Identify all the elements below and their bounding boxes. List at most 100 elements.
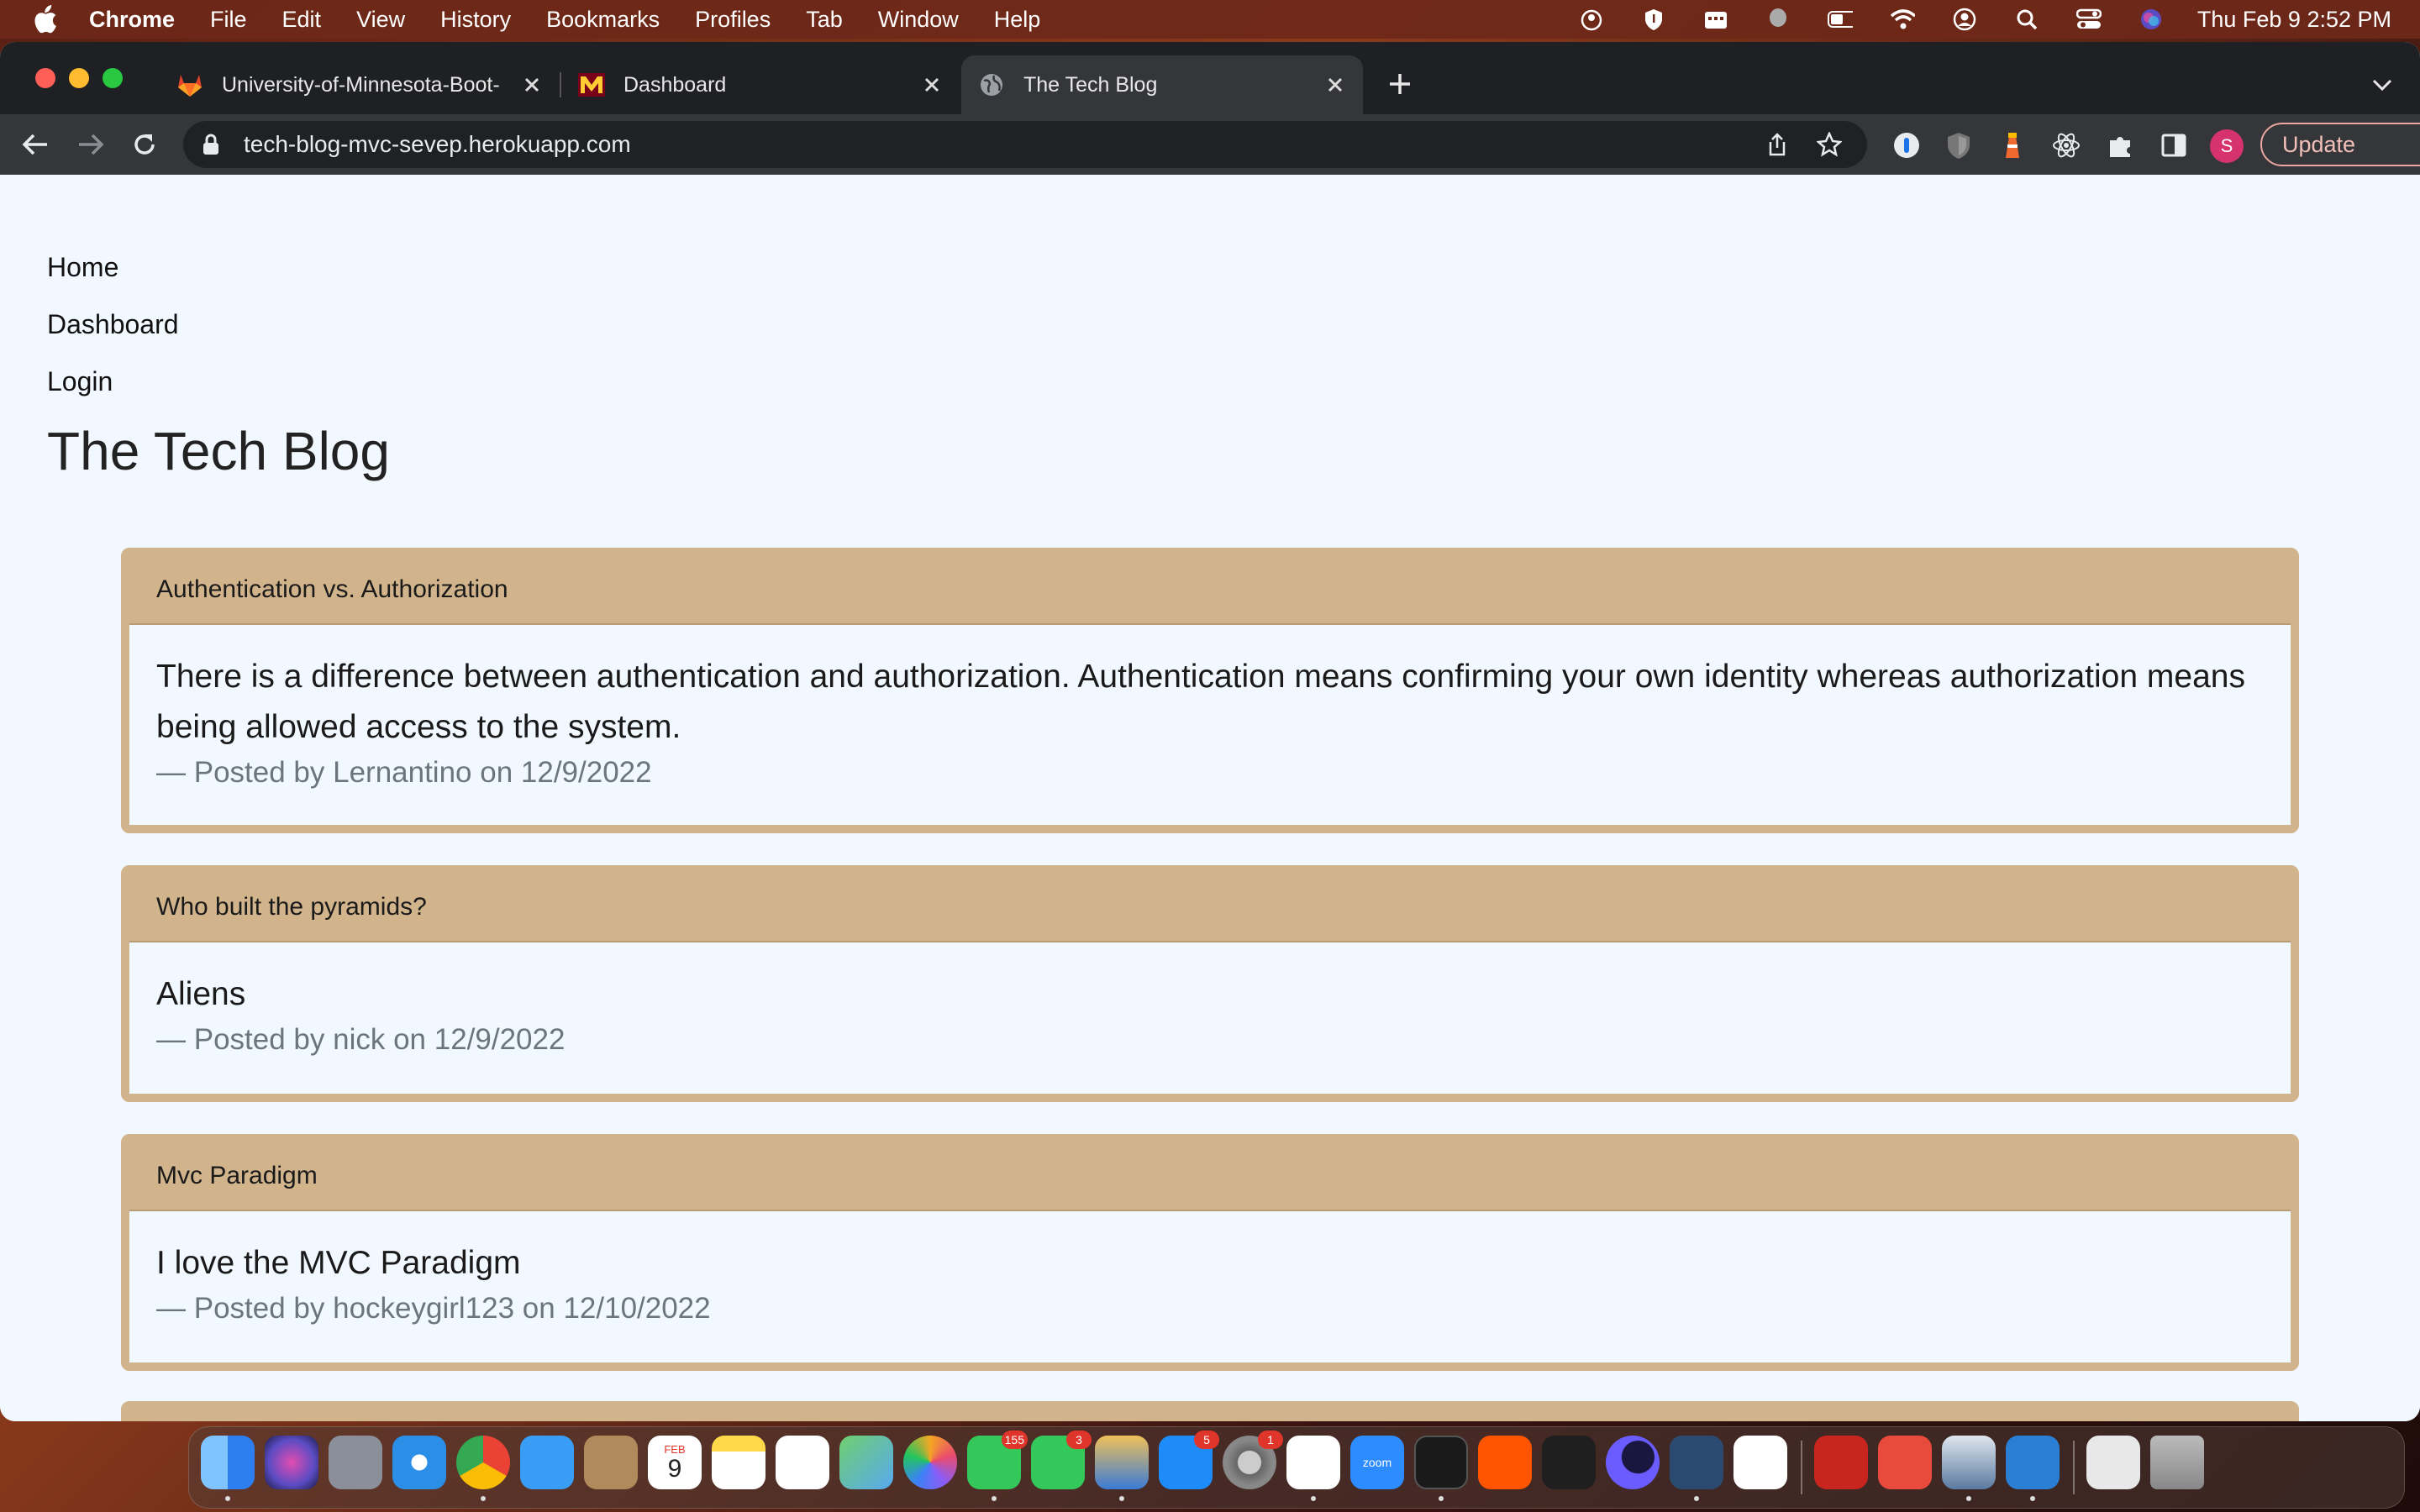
maps-icon[interactable] — [839, 1436, 893, 1489]
close-tab-icon[interactable] — [519, 72, 544, 97]
user-account-icon[interactable] — [1952, 7, 1977, 32]
finder-icon[interactable] — [201, 1436, 255, 1501]
post-title: Who built the pyramids? — [129, 874, 2291, 942]
menu-window[interactable]: Window — [878, 7, 959, 33]
menu-file[interactable]: File — [210, 7, 247, 33]
reminders-icon[interactable] — [776, 1436, 829, 1489]
tab-dashboard[interactable]: Dashboard — [561, 55, 960, 114]
balloon-icon[interactable] — [1765, 7, 1791, 32]
menu-profiles[interactable]: Profiles — [695, 7, 771, 33]
post-card[interactable]: Mvc Paradigm I love the MVC Paradigm — P… — [121, 1134, 2299, 1371]
menu-bookmarks[interactable]: Bookmarks — [546, 7, 660, 33]
night-owl-icon[interactable] — [1606, 1436, 1660, 1489]
nav-home-link[interactable]: Home — [47, 252, 118, 283]
chevron-down-icon[interactable] — [2368, 71, 2396, 99]
dock: FEB 9 155 3 5 1 zoom — [188, 1426, 2405, 1509]
close-tab-icon[interactable] — [919, 72, 944, 97]
zoom-window-button[interactable] — [103, 68, 123, 88]
battery-icon — [1827, 7, 1853, 32]
safari-icon[interactable] — [392, 1436, 446, 1489]
minnesota-m-icon — [578, 71, 605, 98]
keynote-icon[interactable] — [1095, 1436, 1149, 1501]
minimize-window-button[interactable] — [69, 68, 89, 88]
menu-view[interactable]: View — [356, 7, 405, 33]
post-title: Mvc Paradigm — [129, 1142, 2291, 1211]
post-body: I love the MVC Paradigm — Posted by hock… — [129, 1211, 2291, 1326]
menu-app-name[interactable]: Chrome — [89, 7, 175, 33]
launchpad-icon[interactable] — [329, 1436, 382, 1489]
messages-icon[interactable]: 155 — [967, 1431, 1028, 1501]
privacy-badger-extension-icon[interactable] — [1943, 129, 1975, 161]
reload-icon[interactable] — [128, 128, 161, 161]
nav-dashboard-link[interactable]: Dashboard — [47, 309, 179, 340]
post-card[interactable]: Who built the pyramids? Aliens — Posted … — [121, 865, 2299, 1102]
browser-toolbar: tech-blog-mvc-sevep.herokuapp.com S Upda… — [0, 114, 2420, 175]
vpn-lock-icon[interactable] — [1878, 1436, 1932, 1489]
tab-gitlab[interactable]: University-of-Minnesota-Boot- — [160, 55, 560, 114]
menu-tab[interactable]: Tab — [806, 7, 843, 33]
apple-icon[interactable] — [32, 5, 60, 34]
browser-window: University-of-Minnesota-Boot- Dashboard … — [0, 42, 2420, 1421]
profile-avatar[interactable]: S — [2210, 129, 2244, 163]
mail-icon[interactable] — [520, 1436, 574, 1489]
contacts-icon[interactable] — [584, 1436, 638, 1489]
menu-help[interactable]: Help — [994, 7, 1041, 33]
mysql-workbench-icon[interactable] — [1670, 1436, 1723, 1501]
acrobat-icon[interactable] — [1814, 1436, 1868, 1489]
notes-icon[interactable] — [712, 1436, 765, 1489]
system-settings-icon[interactable]: 1 — [1223, 1431, 1283, 1489]
zoom-icon[interactable]: zoom — [1350, 1436, 1404, 1489]
post-card[interactable]: Authentication vs. Authorization There i… — [121, 548, 2299, 833]
new-tab-icon[interactable] — [1385, 69, 1415, 99]
tab-title: Dashboard — [623, 72, 727, 97]
menu-edit[interactable]: Edit — [282, 7, 322, 33]
address-bar[interactable]: tech-blog-mvc-sevep.herokuapp.com — [183, 121, 1867, 168]
nav-login-link[interactable]: Login — [47, 366, 113, 397]
mongodb-compass-icon[interactable] — [1733, 1436, 1787, 1489]
downloads-stack-icon[interactable] — [2086, 1436, 2140, 1489]
globe-icon — [978, 71, 1005, 98]
menu-clock[interactable]: Thu Feb 9 2:52 PM — [2197, 7, 2391, 33]
photos-icon[interactable] — [903, 1436, 957, 1489]
privacy-icon[interactable] — [1579, 7, 1604, 32]
messages-badge: 155 — [1001, 1431, 1028, 1449]
control-center-icon[interactable] — [2075, 7, 2102, 32]
search-icon[interactable] — [2014, 7, 2039, 32]
siri-app-icon[interactable] — [265, 1436, 318, 1489]
url-text[interactable]: tech-blog-mvc-sevep.herokuapp.com — [244, 131, 631, 158]
close-window-button[interactable] — [35, 68, 55, 88]
post-card-partial[interactable] — [121, 1401, 2299, 1421]
terminal-icon[interactable] — [1414, 1436, 1468, 1501]
close-tab-icon[interactable] — [1323, 72, 1348, 97]
lock-icon[interactable] — [202, 132, 224, 157]
siri-icon[interactable] — [2139, 7, 2164, 32]
calendar-month: FEB — [664, 1442, 686, 1456]
wifi-icon[interactable] — [1890, 7, 1915, 32]
tab-tech-blog[interactable]: The Tech Blog — [961, 55, 1363, 114]
forward-arrow-icon[interactable] — [74, 128, 108, 161]
preview-icon[interactable] — [1942, 1436, 1996, 1501]
back-arrow-icon[interactable] — [18, 128, 52, 161]
update-button[interactable]: Update — [2260, 123, 2420, 166]
calendar-menu-icon[interactable] — [1703, 7, 1728, 32]
extensions-puzzle-icon[interactable] — [2104, 129, 2136, 161]
side-panel-icon[interactable] — [2158, 129, 2190, 161]
onepassword-extension-icon[interactable] — [1891, 129, 1923, 161]
chrome-icon[interactable] — [456, 1436, 510, 1501]
trash-icon[interactable] — [2150, 1436, 2204, 1489]
vscode-blue-icon[interactable] — [2006, 1436, 2060, 1501]
post-body: Aliens — Posted by nick on 12/9/2022 — [129, 942, 2291, 1057]
soundcloud-icon[interactable] — [1478, 1436, 1532, 1489]
calendar-icon[interactable]: FEB 9 — [648, 1436, 702, 1489]
vscode-icon[interactable] — [1542, 1436, 1596, 1489]
app-store-icon[interactable]: 5 — [1159, 1431, 1219, 1489]
bookmark-star-icon[interactable] — [1815, 130, 1844, 159]
share-icon[interactable] — [1763, 130, 1791, 159]
shield-icon[interactable] — [1641, 7, 1666, 32]
facetime-icon[interactable]: 3 — [1031, 1431, 1092, 1489]
react-devtools-extension-icon[interactable] — [2050, 129, 2082, 161]
lighthouse-extension-icon[interactable] — [1996, 129, 2028, 161]
menu-history[interactable]: History — [440, 7, 511, 33]
slack-icon[interactable] — [1286, 1436, 1340, 1501]
app-store-badge: 5 — [1194, 1431, 1219, 1449]
